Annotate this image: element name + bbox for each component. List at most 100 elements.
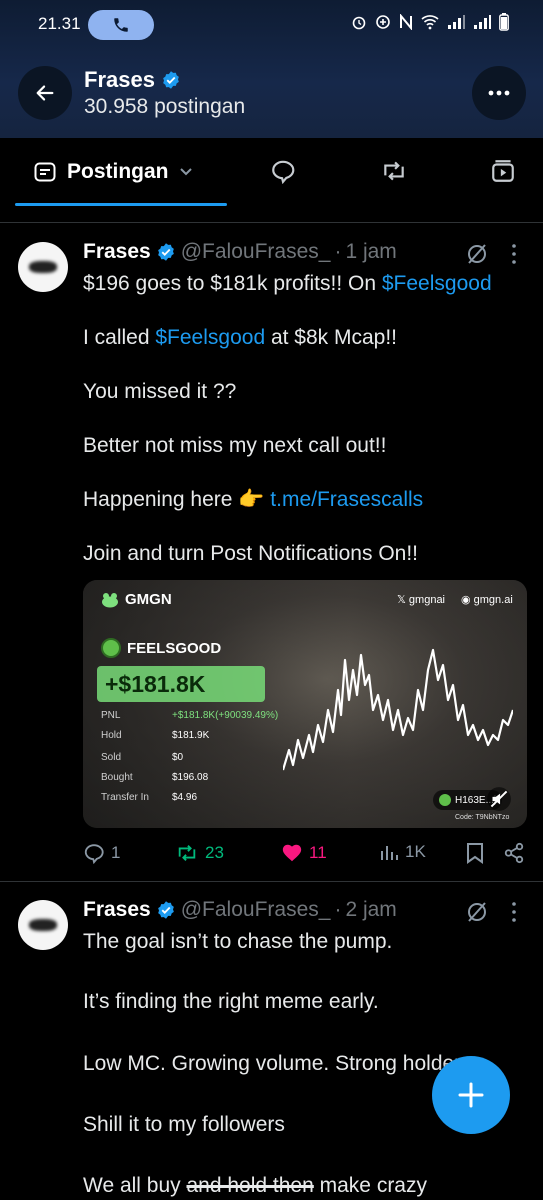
post-text-line: Happening here 👉 t.me/Frasescalls <box>83 488 424 511</box>
referral-code: Code: T9NbNTzo <box>455 814 510 821</box>
post-media-video[interactable]: GMGN 𝕏 gmgnai ◉ gmgn.ai FEELSGOOD +$181.… <box>83 580 527 828</box>
verified-badge-icon <box>163 71 179 89</box>
stat-value: $181.9K <box>172 730 210 741</box>
grok-icon[interactable] <box>465 900 489 929</box>
repost-icon <box>384 161 404 181</box>
status-icons <box>351 13 509 31</box>
repost-count: 23 <box>205 843 224 862</box>
profit-value: +$181.8K <box>97 666 265 702</box>
avatar[interactable] <box>18 242 68 292</box>
tab-videos[interactable] <box>490 158 516 189</box>
chevron-down-icon <box>179 168 192 176</box>
separator-dot: · <box>334 898 342 921</box>
repost-button[interactable]: 23 <box>175 842 224 864</box>
post-time[interactable]: 2 jam <box>345 898 396 922</box>
arrow-left-icon <box>36 85 54 101</box>
plus-icon <box>458 1082 484 1108</box>
like-count: 11 <box>309 843 327 862</box>
reply-icon <box>84 844 104 864</box>
post-text-line: Low MC. Growing volume. Strong holders. <box>83 1052 478 1075</box>
stat-value: +$181.8K(+90039.49%) <box>172 710 279 721</box>
post-text-line: We all buy and hold then make crazy <box>83 1174 427 1197</box>
post-text-line: It’s finding the right meme early. <box>83 990 379 1013</box>
verified-badge-icon <box>157 243 174 261</box>
like-button[interactable]: 11 <box>281 842 327 864</box>
post-text-line: Join and turn Post Notifications On!! <box>83 542 419 565</box>
status-bar: 21.31 <box>0 0 543 50</box>
video-icon <box>492 160 514 182</box>
token-avatar-icon <box>101 638 121 658</box>
verified-badge-icon <box>157 901 174 919</box>
author-handle[interactable]: @FalouFrases_ <box>181 898 331 922</box>
avatar[interactable] <box>18 900 68 950</box>
signal-icon-1 <box>448 15 465 29</box>
grok-icon[interactable] <box>465 242 489 271</box>
back-button[interactable] <box>18 66 72 120</box>
battery-icon <box>499 13 509 31</box>
tab-reposts[interactable] <box>380 158 408 189</box>
cashtag-link[interactable]: $Feelsgood <box>382 272 492 295</box>
more-horizontal-icon <box>488 90 510 96</box>
ongoing-call-pill[interactable] <box>88 10 154 40</box>
stat-label: Transfer In <box>101 792 149 803</box>
author-name[interactable]: Frases <box>83 898 151 922</box>
stat-value: $196.08 <box>172 772 209 783</box>
stat-label: Sold <box>101 752 122 763</box>
tab-postingan[interactable]: Postingan <box>33 160 193 184</box>
muted-speaker-icon <box>487 787 511 811</box>
post-more-icon[interactable] <box>512 244 516 269</box>
wifi-icon <box>421 15 439 30</box>
profile-name: Frases <box>84 67 155 92</box>
stat-label: Hold <box>101 730 122 741</box>
stat-value: $4.96 <box>172 792 198 803</box>
token-name: FEELSGOOD <box>127 639 222 657</box>
heart-filled-icon <box>282 844 302 862</box>
tab-replies[interactable] <box>270 158 296 189</box>
posts-icon <box>34 162 56 182</box>
reply-button[interactable]: 1 <box>83 842 120 864</box>
post-text-line: The goal isn’t to chase the pump. <box>83 930 393 953</box>
x-handle-label: 𝕏 gmgnai <box>397 594 445 606</box>
signal-icon-2 <box>474 15 491 29</box>
author-name[interactable]: Frases <box>83 240 151 264</box>
bookmark-icon <box>467 843 483 864</box>
views-button[interactable]: 1K <box>379 842 426 862</box>
price-chart-graphic <box>283 648 513 771</box>
author-handle[interactable]: @FalouFrases_ <box>181 240 331 264</box>
more-options-button[interactable] <box>472 66 526 120</box>
share-icon <box>504 842 524 864</box>
view-count: 1K <box>405 842 426 861</box>
data-saver-icon <box>376 15 390 29</box>
profile-title: Frases <box>84 67 181 93</box>
stat-label: Bought <box>101 772 133 783</box>
tab-postingan-label: Postingan <box>67 160 169 183</box>
frog-logo-icon <box>102 592 118 607</box>
separator-dot: · <box>334 240 342 263</box>
bookmark-button[interactable] <box>466 842 484 864</box>
alarm-icon <box>352 16 366 30</box>
repost-icon <box>178 845 196 861</box>
divider <box>0 222 543 223</box>
reply-count: 1 <box>111 843 121 862</box>
stat-label: PNL <box>101 710 121 721</box>
mute-button[interactable] <box>486 786 512 817</box>
post-more-icon[interactable] <box>512 902 516 927</box>
post-text-line: Shill it to my followers <box>83 1113 285 1136</box>
reply-icon <box>272 160 295 185</box>
stat-value: $0 <box>172 752 184 763</box>
post-header: Frases @FalouFrases_ · 2 jam <box>83 898 397 922</box>
post-time[interactable]: 1 jam <box>345 240 396 264</box>
compose-post-button[interactable] <box>432 1056 510 1134</box>
share-button[interactable] <box>503 842 525 864</box>
active-tab-indicator <box>15 203 227 206</box>
post-text-line: $196 goes to $181k profits!! On $Feelsgo… <box>83 272 492 295</box>
status-time: 21.31 <box>38 14 81 33</box>
gmgn-logo: GMGN <box>101 591 172 608</box>
post-actions: 1 23 11 1K <box>83 842 528 870</box>
struck-text: and hold then <box>186 1174 314 1197</box>
post-text-line: Better not miss my next call out!! <box>83 434 387 457</box>
telegram-link[interactable]: t.me/Frasescalls <box>270 488 423 511</box>
analytics-icon <box>381 846 398 860</box>
cashtag-link[interactable]: $Feelsgood <box>155 326 265 349</box>
phone-icon <box>114 18 128 32</box>
